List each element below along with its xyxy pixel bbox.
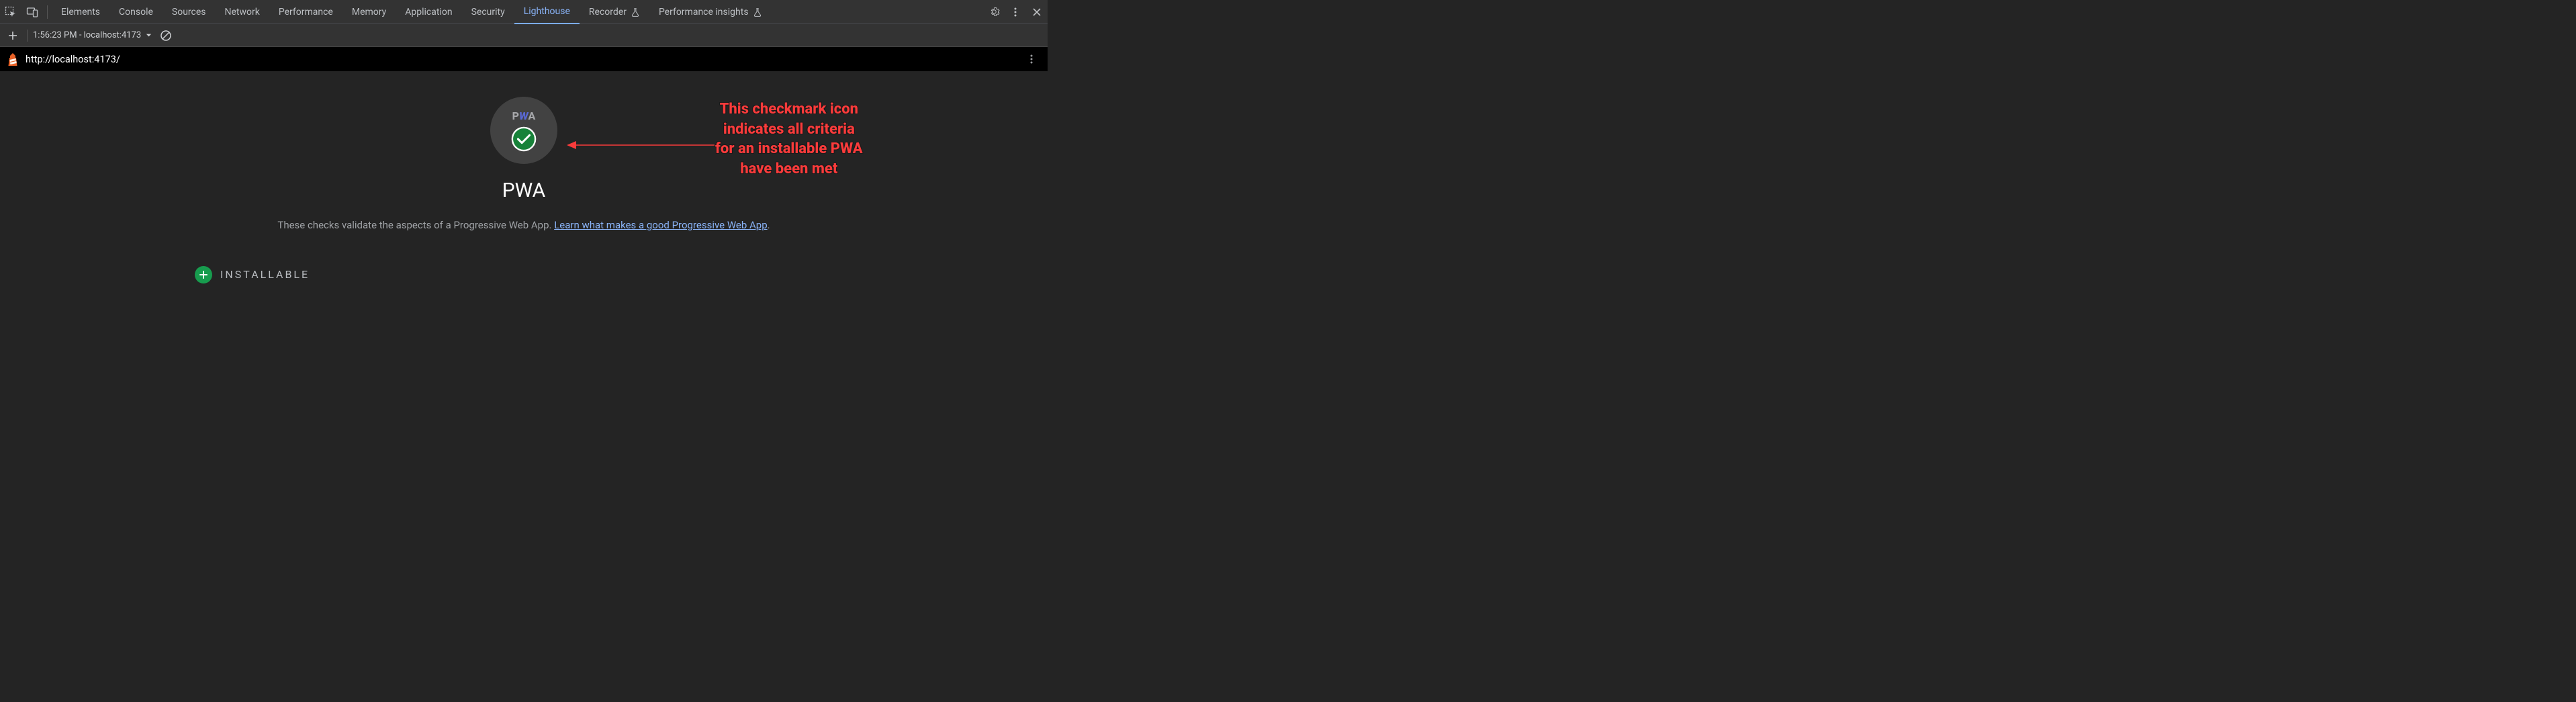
installable-section-header: INSTALLABLE	[195, 266, 1048, 283]
devtools-top-tabs: Elements Console Sources Network Perform…	[0, 0, 1048, 24]
kebab-menu-icon[interactable]	[1005, 0, 1026, 24]
tab-recorder[interactable]: Recorder	[580, 0, 649, 24]
inspect-element-icon[interactable]	[0, 0, 21, 24]
expand-installable-button[interactable]	[195, 266, 212, 283]
tab-security[interactable]: Security	[462, 0, 514, 24]
tab-lighthouse[interactable]: Lighthouse	[514, 0, 580, 24]
divider	[27, 30, 28, 42]
lighthouse-logo-icon	[7, 52, 19, 67]
empty-panel	[1048, 0, 2576, 702]
report-selector[interactable]: 1:56:23 PM - localhost:4173	[33, 30, 152, 40]
flask-icon	[631, 7, 640, 17]
flask-icon	[753, 7, 762, 17]
divider	[47, 5, 48, 19]
tab-application[interactable]: Application	[396, 0, 461, 24]
tab-network[interactable]: Network	[216, 0, 269, 24]
tab-console[interactable]: Console	[109, 0, 163, 24]
report-selector-label: 1:56:23 PM - localhost:4173	[33, 30, 141, 40]
checkmark-icon	[511, 126, 537, 152]
chevron-down-icon	[145, 32, 152, 39]
new-report-button[interactable]	[4, 27, 21, 44]
lighthouse-report-body[interactable]: PWA PWA These checks validate the aspect…	[0, 71, 1048, 702]
tab-elements[interactable]: Elements	[52, 0, 109, 24]
pwa-learn-link[interactable]: Learn what makes a good Progressive Web …	[554, 219, 767, 231]
tab-memory[interactable]: Memory	[342, 0, 396, 24]
installable-label: INSTALLABLE	[220, 268, 310, 281]
lighthouse-url-bar: http://localhost:4173/	[0, 47, 1048, 71]
report-url: http://localhost:4173/	[26, 54, 120, 65]
tab-performance[interactable]: Performance	[269, 0, 342, 24]
pwa-badge-circle: PWA	[490, 97, 557, 164]
clear-report-icon[interactable]	[158, 30, 174, 42]
device-toggle-icon[interactable]	[21, 0, 43, 24]
lighthouse-toolbar: 1:56:23 PM - localhost:4173	[0, 24, 1048, 47]
tab-performance-insights[interactable]: Performance insights	[649, 0, 772, 24]
tab-sources[interactable]: Sources	[163, 0, 216, 24]
close-devtools-icon[interactable]	[1026, 0, 1048, 24]
pwa-mini-logo: PWA	[512, 109, 536, 122]
pwa-gauge-block: PWA PWA These checks validate the aspect…	[0, 97, 1048, 235]
settings-gear-icon[interactable]	[983, 0, 1005, 24]
report-menu-icon[interactable]	[1022, 54, 1041, 64]
pwa-section-description: These checks validate the aspects of a P…	[0, 216, 1048, 235]
pwa-section-title: PWA	[0, 179, 1048, 202]
